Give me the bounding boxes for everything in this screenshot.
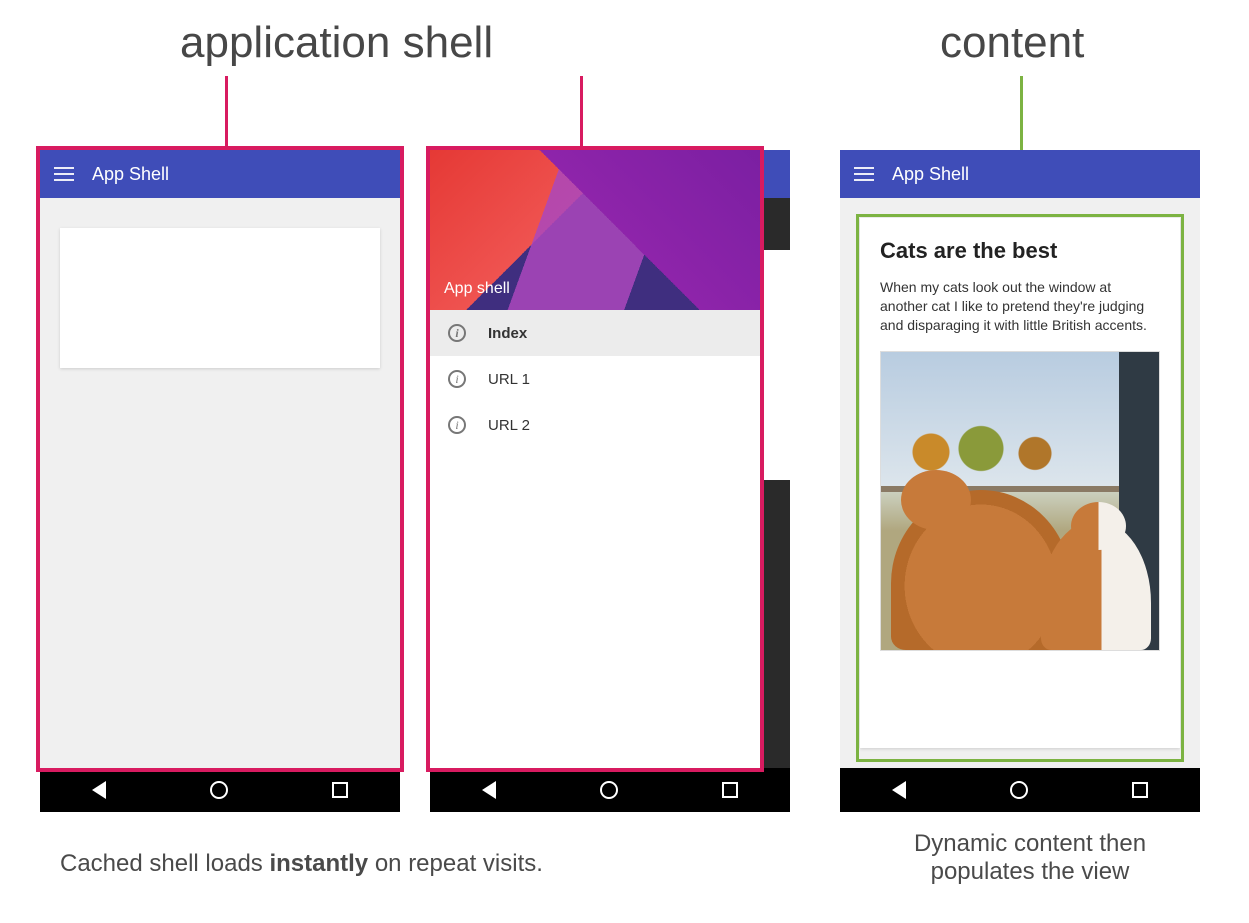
article-body: When my cats look out the window at anot… xyxy=(880,278,1160,335)
connector-line xyxy=(225,76,228,146)
app-bar: App Shell xyxy=(40,150,400,198)
recent-icon[interactable] xyxy=(1132,782,1148,798)
phone-content: App Shell Cats are the best When my cats… xyxy=(840,150,1200,812)
home-icon[interactable] xyxy=(210,781,228,799)
app-bar-title: App Shell xyxy=(92,164,169,185)
caption-text: populates the view xyxy=(870,858,1190,886)
article-title: Cats are the best xyxy=(880,238,1160,264)
android-nav-bar xyxy=(40,768,400,812)
recent-icon[interactable] xyxy=(722,782,738,798)
drawer-item-url2[interactable]: i URL 2 xyxy=(430,402,760,448)
android-nav-bar xyxy=(430,768,790,812)
info-icon: i xyxy=(448,416,466,434)
android-nav-bar xyxy=(840,768,1200,812)
menu-icon[interactable] xyxy=(54,167,74,181)
drawer-header: App shell xyxy=(430,150,760,310)
drawer-item-url1[interactable]: i URL 1 xyxy=(430,356,760,402)
info-icon: i xyxy=(448,370,466,388)
caption-text: Cached shell loads xyxy=(60,850,269,877)
menu-icon[interactable] xyxy=(854,167,874,181)
back-icon[interactable] xyxy=(892,781,906,799)
drawer-item-label: URL 2 xyxy=(488,417,530,434)
app-bar-title: App Shell xyxy=(892,164,969,185)
content-card: Cats are the best When my cats look out … xyxy=(860,218,1180,748)
phone-body: Cats are the best When my cats look out … xyxy=(840,198,1200,768)
heading-content: content xyxy=(940,18,1084,68)
empty-content-card xyxy=(60,228,380,368)
drawer-item-label: URL 1 xyxy=(488,371,530,388)
info-icon: i xyxy=(448,324,466,342)
background-sliver xyxy=(760,150,790,768)
back-icon[interactable] xyxy=(92,781,106,799)
drawer-header-label: App shell xyxy=(444,280,510,298)
home-icon[interactable] xyxy=(600,781,618,799)
drawer-item-label: Index xyxy=(488,325,527,342)
phone-shell-drawer: App shell i Index i URL 1 i URL 2 xyxy=(430,150,760,812)
connector-line xyxy=(580,76,583,146)
caption-emphasis: instantly xyxy=(269,850,368,877)
caption-content: Dynamic content then populates the view xyxy=(870,830,1190,886)
drawer-item-index[interactable]: i Index xyxy=(430,310,760,356)
caption-text: Dynamic content then xyxy=(870,830,1190,858)
article-image xyxy=(880,351,1160,651)
caption-shell: Cached shell loads instantly on repeat v… xyxy=(60,850,543,878)
app-bar: App Shell xyxy=(840,150,1200,198)
phone-body xyxy=(40,198,400,768)
recent-icon[interactable] xyxy=(332,782,348,798)
heading-app-shell: application shell xyxy=(180,18,493,68)
back-icon[interactable] xyxy=(482,781,496,799)
caption-text: on repeat visits. xyxy=(368,850,543,877)
drawer-list: i Index i URL 1 i URL 2 xyxy=(430,310,760,768)
phone-shell-empty: App Shell xyxy=(40,150,400,812)
home-icon[interactable] xyxy=(1010,781,1028,799)
